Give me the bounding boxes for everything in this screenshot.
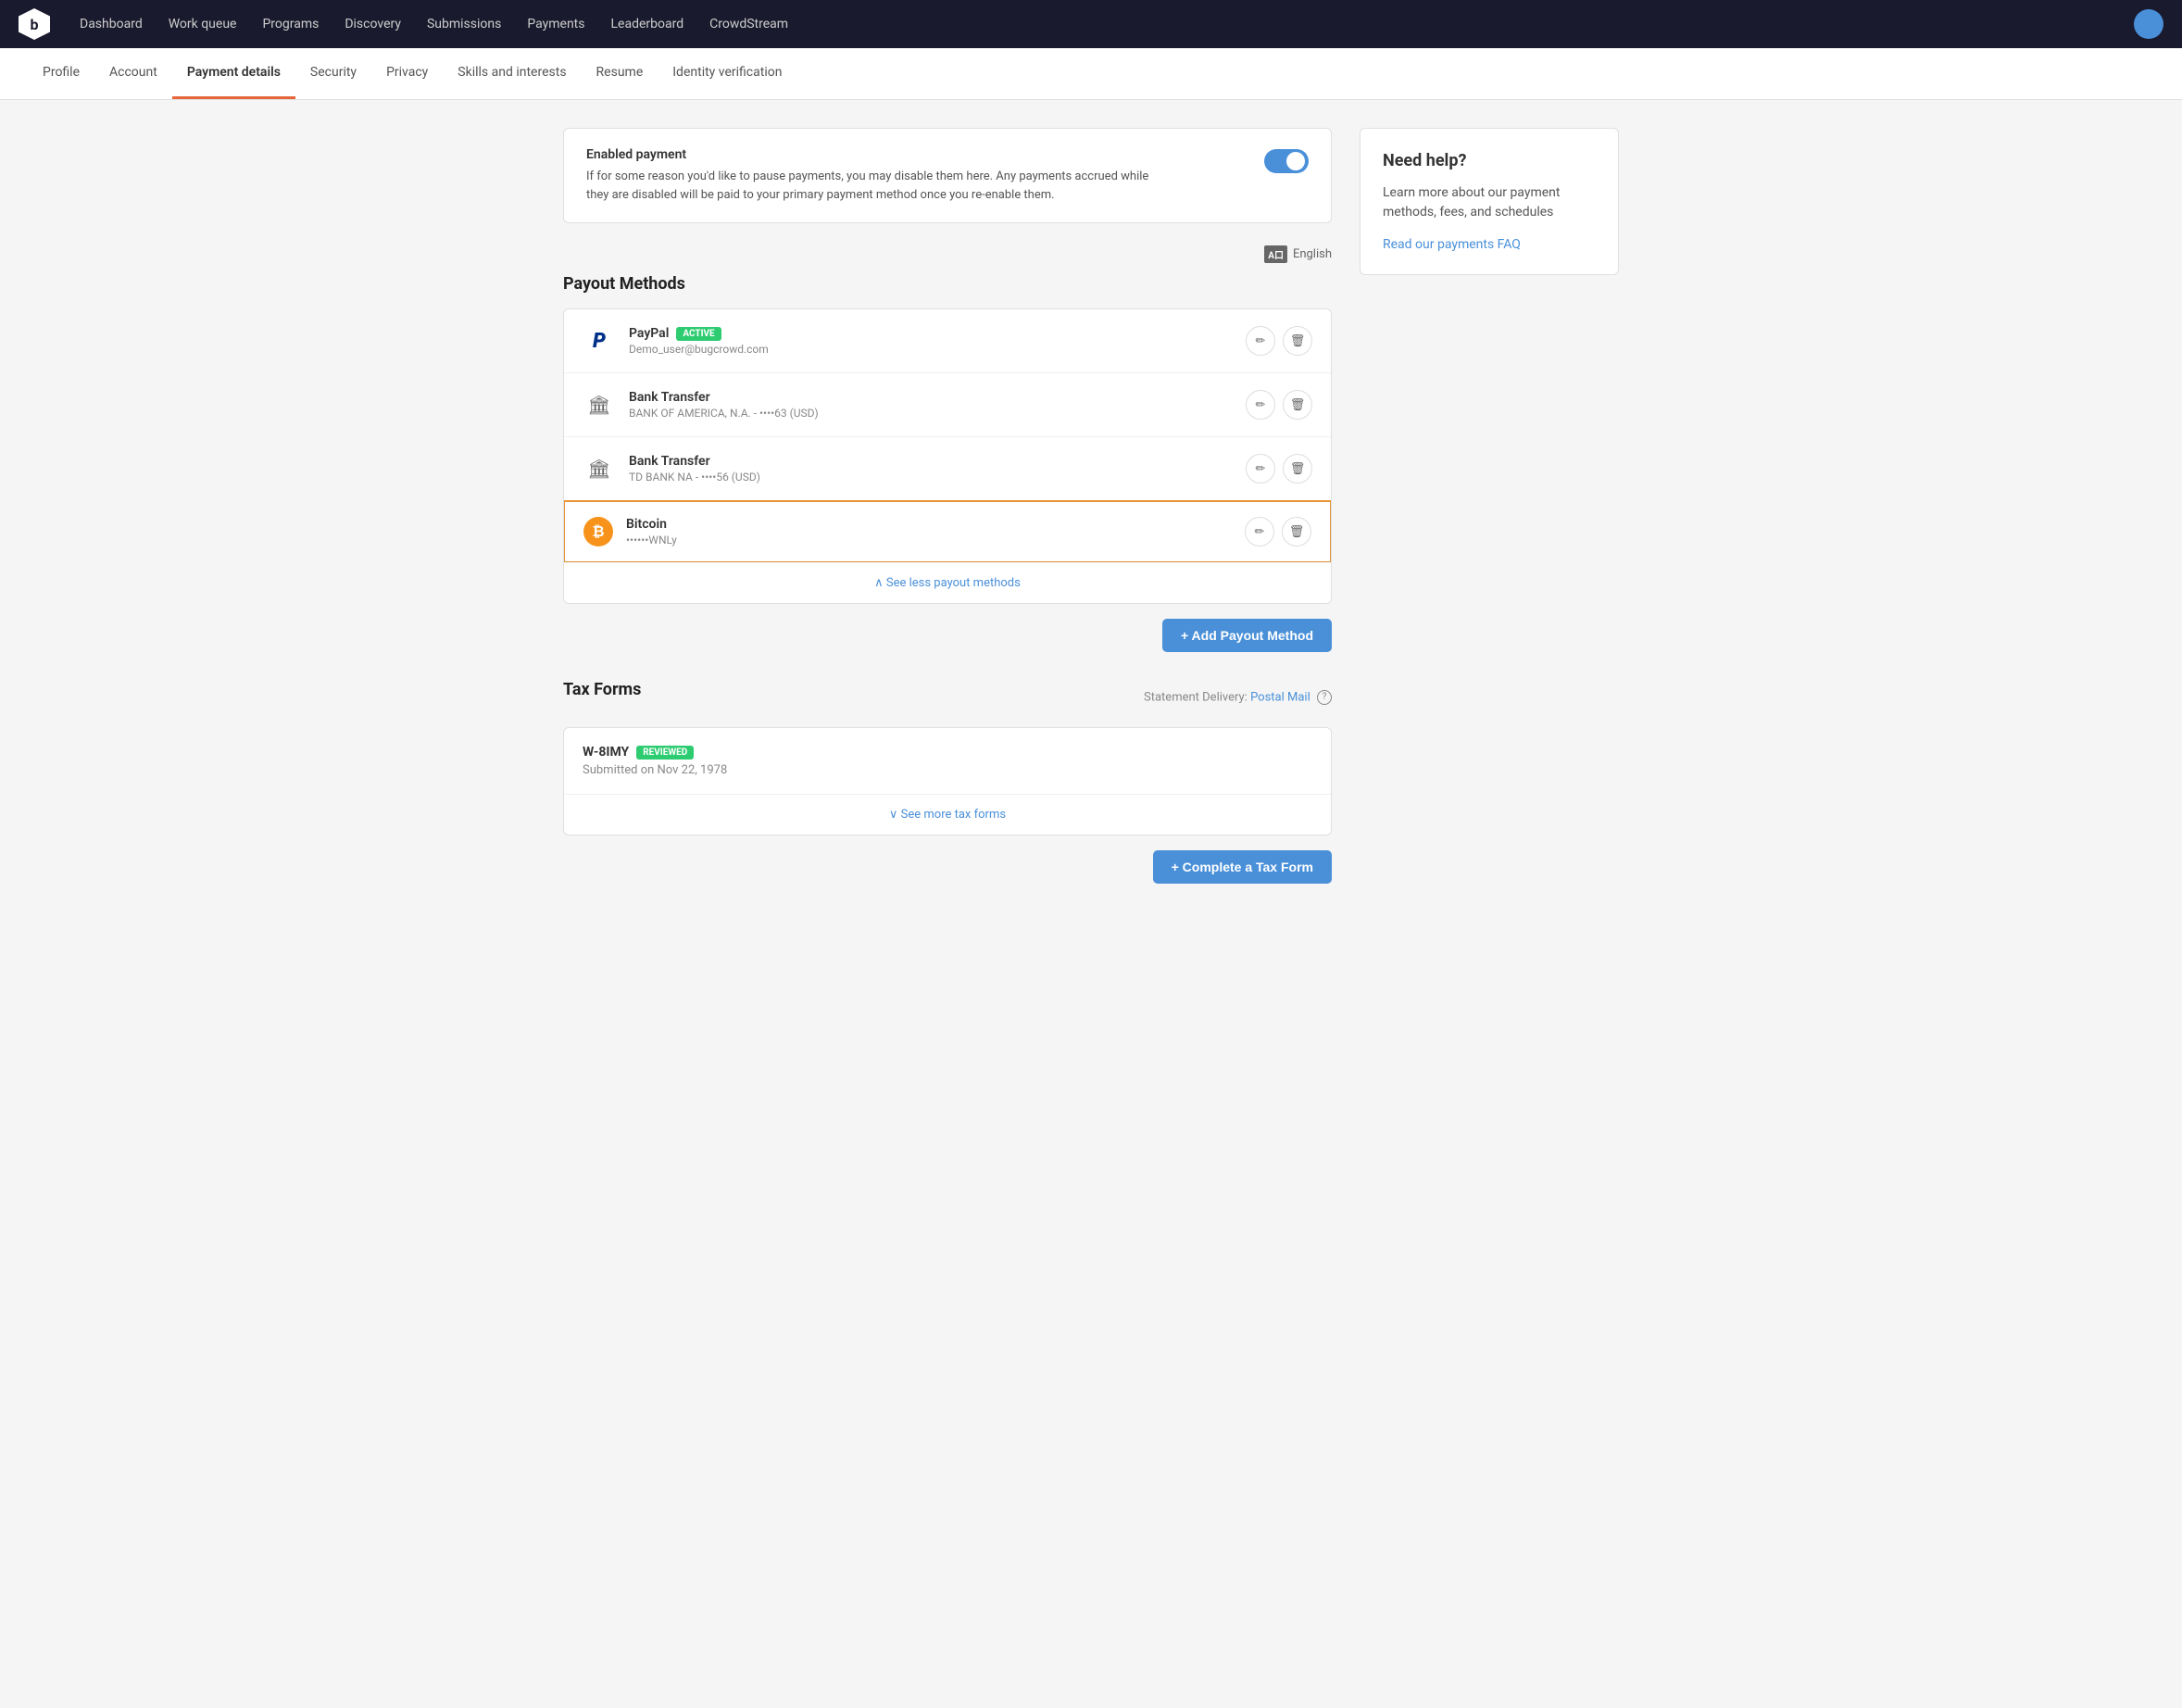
top-nav-links: DashboardWork queueProgramsDiscoverySubm…	[69, 11, 2134, 37]
payout-name: Bank Transfer	[629, 390, 1246, 405]
help-description: Learn more about our payment methods, fe…	[1383, 183, 1596, 222]
language-icon: A口	[1264, 245, 1287, 263]
delete-payout-button[interactable]: 🗑	[1283, 326, 1312, 356]
bitcoin-icon: ₿	[583, 517, 613, 546]
payout-actions: ✏ 🗑	[1245, 517, 1311, 546]
payout-actions: ✏ 🗑	[1246, 326, 1312, 356]
delete-payout-button[interactable]: 🗑	[1283, 390, 1312, 420]
edit-payout-button[interactable]: ✏	[1246, 326, 1275, 356]
top-nav-item-crowdstream[interactable]: CrowdStream	[698, 11, 799, 37]
bank-icon: 🏛	[583, 388, 616, 421]
tax-forms-title: Tax Forms	[563, 680, 641, 699]
top-nav-item-payments[interactable]: Payments	[516, 11, 596, 37]
paypal-icon: P	[583, 324, 616, 358]
enabled-payment-section: Enabled payment If for some reason you'd…	[563, 128, 1332, 223]
edit-payout-button[interactable]: ✏	[1246, 390, 1275, 420]
payout-item: ₿ Bitcoin ••••••WNLy ✏ 🗑	[563, 500, 1332, 563]
payout-info: Bitcoin ••••••WNLy	[626, 517, 1245, 546]
tax-form-date: Submitted on Nov 22, 1978	[583, 763, 1312, 777]
sub-nav-item-skills-and-interests[interactable]: Skills and interests	[443, 48, 581, 99]
payout-info: PayPal ACTIVE Demo_user@bugcrowd.com	[629, 326, 1246, 356]
sub-nav-item-profile[interactable]: Profile	[28, 48, 94, 99]
payout-name: PayPal ACTIVE	[629, 326, 1246, 341]
payout-methods-container: P PayPal ACTIVE Demo_user@bugcrowd.com ✏…	[563, 308, 1332, 604]
top-nav-item-dashboard[interactable]: Dashboard	[69, 11, 154, 37]
delete-payout-button[interactable]: 🗑	[1282, 517, 1311, 546]
payout-item: 🏛 Bank Transfer TD BANK NA - ••••56 (USD…	[564, 437, 1331, 501]
statement-delivery: Statement Delivery: Postal Mail ?	[1144, 690, 1332, 705]
language-label[interactable]: English	[1293, 247, 1332, 261]
enabled-payment-description: If for some reason you'd like to pause p…	[586, 168, 1160, 204]
see-more-tax-forms[interactable]: ∨ See more tax forms	[564, 794, 1331, 835]
sub-nav-item-resume[interactable]: Resume	[582, 48, 658, 99]
sub-nav-item-payment-details[interactable]: Payment details	[172, 48, 295, 99]
statement-delivery-link[interactable]: Postal Mail	[1250, 690, 1310, 704]
help-card: Need help? Learn more about our payment …	[1360, 128, 1619, 275]
enabled-payment-title: Enabled payment	[586, 147, 1160, 162]
payout-detail: Demo_user@bugcrowd.com	[629, 343, 1246, 356]
payout-info: Bank Transfer BANK OF AMERICA, N.A. - ••…	[629, 390, 1246, 420]
payout-name: Bank Transfer	[629, 454, 1246, 469]
payout-info: Bank Transfer TD BANK NA - ••••56 (USD)	[629, 454, 1246, 484]
payment-toggle[interactable]	[1264, 149, 1309, 173]
payout-item: P PayPal ACTIVE Demo_user@bugcrowd.com ✏…	[564, 309, 1331, 373]
payout-detail: TD BANK NA - ••••56 (USD)	[629, 471, 1246, 484]
top-nav-item-submissions[interactable]: Submissions	[416, 11, 512, 37]
payout-detail: BANK OF AMERICA, N.A. - ••••63 (USD)	[629, 407, 1246, 420]
avatar[interactable]	[2134, 9, 2163, 39]
payout-actions: ✏ 🗑	[1246, 454, 1312, 484]
tax-form-name: W-8IMY REVIEWED	[583, 745, 1312, 760]
sub-nav-item-privacy[interactable]: Privacy	[371, 48, 443, 99]
payout-item: 🏛 Bank Transfer BANK OF AMERICA, N.A. - …	[564, 373, 1331, 437]
tax-forms-container: W-8IMY REVIEWED Submitted on Nov 22, 197…	[563, 727, 1332, 835]
language-row: A口 English	[563, 245, 1332, 263]
payout-methods-title: Payout Methods	[563, 274, 1332, 294]
see-less-payout-methods[interactable]: ∧ See less payout methods	[564, 562, 1331, 603]
sub-nav-item-account[interactable]: Account	[94, 48, 172, 99]
active-badge: ACTIVE	[676, 327, 721, 341]
reviewed-badge: REVIEWED	[636, 746, 694, 760]
top-nav-item-programs[interactable]: Programs	[251, 11, 330, 37]
payout-actions: ✏ 🗑	[1246, 390, 1312, 420]
edit-payout-button[interactable]: ✏	[1246, 454, 1275, 484]
sub-nav: ProfileAccountPayment detailsSecurityPri…	[0, 48, 2182, 100]
sub-nav-item-identity-verification[interactable]: Identity verification	[658, 48, 796, 99]
top-nav-item-discovery[interactable]: Discovery	[333, 11, 412, 37]
add-payout-method-button[interactable]: + Add Payout Method	[1162, 619, 1332, 652]
complete-tax-form-button[interactable]: + Complete a Tax Form	[1153, 850, 1332, 884]
payout-name: Bitcoin	[626, 517, 1245, 532]
question-icon: ?	[1317, 690, 1332, 705]
help-title: Need help?	[1383, 151, 1596, 170]
delete-payout-button[interactable]: 🗑	[1283, 454, 1312, 484]
payout-detail: ••••••WNLy	[626, 534, 1245, 546]
sub-nav-item-security[interactable]: Security	[295, 48, 371, 99]
top-nav-item-leaderboard[interactable]: Leaderboard	[600, 11, 696, 37]
logo[interactable]: b	[19, 8, 50, 40]
tax-form-item: W-8IMY REVIEWED Submitted on Nov 22, 197…	[564, 728, 1331, 794]
edit-payout-button[interactable]: ✏	[1245, 517, 1274, 546]
payments-faq-link[interactable]: Read our payments FAQ	[1383, 237, 1521, 252]
top-nav-item-work-queue[interactable]: Work queue	[157, 11, 248, 37]
bank-icon: 🏛	[583, 452, 616, 485]
top-nav: b DashboardWork queueProgramsDiscoverySu…	[0, 0, 2182, 48]
